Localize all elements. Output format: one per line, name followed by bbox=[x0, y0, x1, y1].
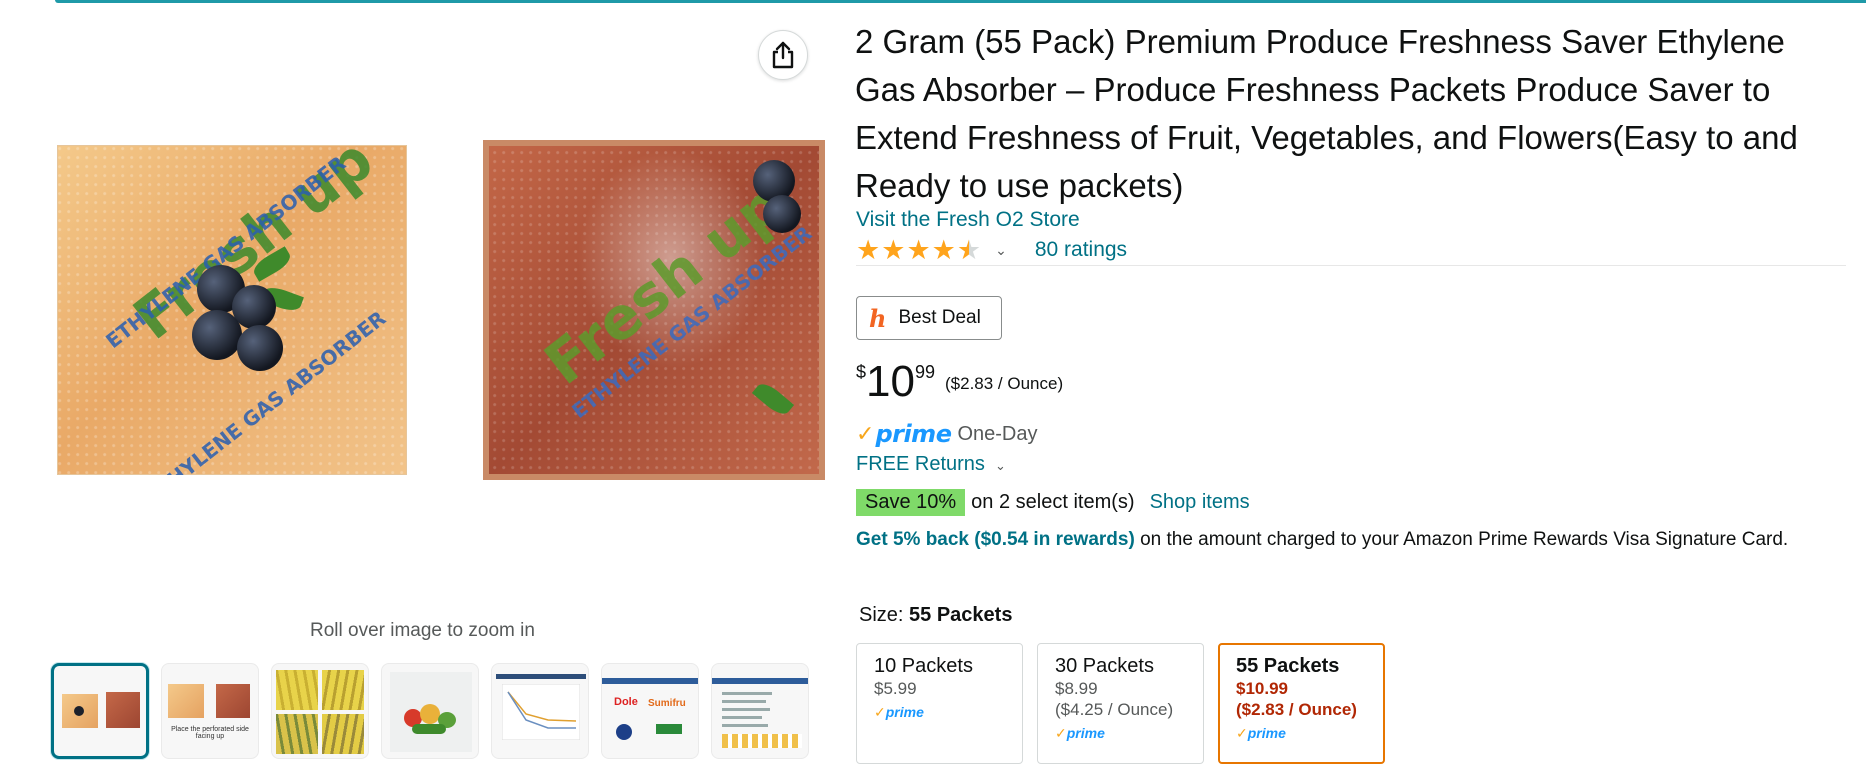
honey-logo-icon: h bbox=[869, 303, 887, 333]
rating-row: ★ ★ ★ ★ ★ ⌄ 80 ratings bbox=[856, 235, 1127, 265]
size-option-name: 30 Packets bbox=[1055, 655, 1154, 677]
save-text: on 2 select item(s) bbox=[971, 491, 1135, 513]
coupon-row: Save 10% on 2 select item(s) Shop items bbox=[856, 489, 1250, 516]
prime-logo: prime bbox=[875, 420, 952, 448]
leaf-graphic bbox=[751, 379, 795, 419]
main-product-image[interactable]: Fresh up ETHYLENE GAS ABSORBER ETHYLENE … bbox=[45, 120, 825, 490]
prime-badge-small: ✓prime bbox=[1055, 725, 1105, 741]
thumbnail-2[interactable]: Place the perforated side facing up bbox=[161, 663, 259, 759]
free-returns-label: FREE Returns bbox=[856, 453, 985, 475]
size-option-name: 10 Packets bbox=[874, 655, 973, 677]
rewards-offer: Get 5% back ($0.54 in rewards) on the am… bbox=[856, 525, 1846, 555]
size-label: Size: 55 Packets bbox=[859, 604, 1012, 627]
best-deal-label: Best Deal bbox=[898, 307, 981, 328]
size-option-30-packets[interactable]: 30 Packets $8.99 ($4.25 / Ounce) ✓prime bbox=[1037, 643, 1204, 764]
prime-badge[interactable]: ✓ prime One-Day bbox=[856, 420, 1038, 448]
thumbnail-3[interactable] bbox=[271, 663, 369, 759]
thumbnail-brand-sumifru: Sumifru bbox=[648, 698, 686, 709]
zoom-hint: Roll over image to zoom in bbox=[310, 620, 535, 641]
packet-image-back: Fresh up ETHYLENE GAS ABSORBER bbox=[483, 140, 825, 480]
price-fraction: 99 bbox=[914, 362, 935, 382]
star-rating[interactable]: ★ ★ ★ ★ ★ bbox=[856, 236, 981, 264]
prime-check-icon: ✓ bbox=[856, 421, 875, 446]
share-button[interactable] bbox=[758, 30, 808, 80]
star-full-icon: ★ bbox=[931, 235, 956, 265]
size-selected-value: 55 Packets bbox=[909, 604, 1013, 626]
berry-graphic bbox=[763, 195, 801, 233]
chevron-down-icon[interactable]: ⌄ bbox=[995, 242, 1007, 259]
size-option-name: 55 Packets bbox=[1236, 655, 1340, 677]
prime-badge-small: ✓prime bbox=[1236, 725, 1286, 741]
size-options: 10 Packets $5.99 ✓prime 30 Packets $8.99… bbox=[856, 643, 1385, 764]
thumbnail-caption: Place the perforated side facing up bbox=[171, 726, 249, 740]
rewards-link[interactable]: Get 5% back ($0.54 in rewards) bbox=[856, 529, 1135, 550]
chart-thumbnail-graphic bbox=[502, 684, 580, 740]
star-full-icon: ★ bbox=[856, 235, 881, 265]
save-badge: Save 10% bbox=[856, 489, 966, 516]
chevron-down-icon: ⌄ bbox=[994, 458, 1006, 473]
thumbnail-5[interactable] bbox=[491, 663, 589, 759]
ratings-count-link[interactable]: 80 ratings bbox=[1035, 238, 1127, 262]
divider bbox=[856, 265, 1846, 266]
size-label-prefix: Size: bbox=[859, 604, 910, 626]
thumbnail-strip: Place the perforated side facing up Dole… bbox=[51, 663, 809, 759]
thumbnail-1[interactable] bbox=[51, 663, 149, 759]
prime-badge-small: ✓prime bbox=[874, 704, 924, 720]
berry-graphic bbox=[237, 325, 283, 371]
size-option-price: $10.99 bbox=[1236, 679, 1288, 698]
size-option-55-packets[interactable]: 55 Packets $10.99 ($2.83 / Ounce) ✓prime bbox=[1218, 643, 1385, 764]
size-option-10-packets[interactable]: 10 Packets $5.99 ✓prime bbox=[856, 643, 1023, 764]
product-title: 2 Gram (55 Pack) Premium Produce Freshne… bbox=[855, 23, 1798, 204]
thumbnail-4[interactable] bbox=[381, 663, 479, 759]
thumbnail-7[interactable] bbox=[711, 663, 809, 759]
price-symbol: $ bbox=[856, 362, 867, 382]
star-half-icon: ★ bbox=[956, 235, 982, 265]
rewards-text: on the amount charged to your Amazon Pri… bbox=[1134, 529, 1789, 550]
size-option-unit-price: ($2.83 / Ounce) bbox=[1236, 700, 1357, 719]
prime-delivery: One-Day bbox=[957, 422, 1038, 445]
star-full-icon: ★ bbox=[906, 235, 931, 265]
berry-graphic bbox=[192, 310, 242, 360]
best-deal-badge[interactable]: h Best Deal bbox=[856, 296, 1002, 340]
thumbnail-brand-dole: Dole bbox=[614, 696, 638, 708]
size-option-unit-price: ($4.25 / Ounce) bbox=[1055, 700, 1174, 719]
price-whole: 10 bbox=[866, 357, 915, 406]
visit-store-link[interactable]: Visit the Fresh O2 Store bbox=[856, 208, 1080, 232]
star-full-icon: ★ bbox=[881, 235, 906, 265]
price-block: $ 10 99 ($2.83 / Ounce) bbox=[856, 356, 1063, 408]
shop-items-link[interactable]: Shop items bbox=[1150, 491, 1250, 514]
thumbnail-6[interactable]: Dole Sumifru bbox=[601, 663, 699, 759]
packet-image-front: Fresh up ETHYLENE GAS ABSORBER ETHYLENE … bbox=[57, 145, 407, 475]
top-accent-bar bbox=[55, 0, 1866, 3]
share-icon bbox=[772, 41, 794, 69]
size-option-price: $5.99 bbox=[874, 679, 917, 698]
free-returns-link[interactable]: FREE Returns ⌄ bbox=[856, 453, 1006, 476]
unit-price: ($2.83 / Ounce) bbox=[945, 374, 1064, 393]
size-option-price: $8.99 bbox=[1055, 679, 1098, 698]
